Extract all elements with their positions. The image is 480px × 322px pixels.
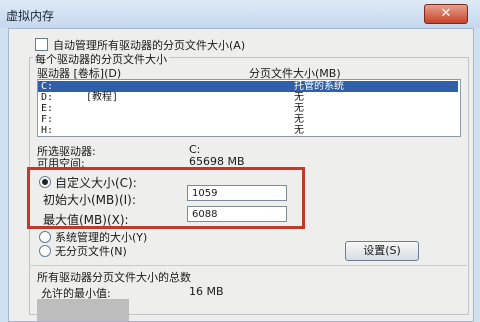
system-managed-radio[interactable] [39,231,51,243]
obscured-region [37,299,129,321]
drive-list[interactable]: C: 托管的系统 D: [教程] 无 E: 无 F: 无 H: 无 [37,79,461,137]
max-size-input[interactable]: 6088 [187,206,287,222]
list-item[interactable]: E: 无 [38,103,458,114]
window-title: 虚拟内存 [6,9,55,23]
custom-size-radio[interactable] [39,176,51,188]
custom-size-label[interactable]: 自定义大小(C): [55,174,137,191]
list-item[interactable]: H: 无 [38,125,458,136]
min-allowed-value: 16 MB [189,285,224,298]
max-size-label: 最大值(MB)(X): [43,213,129,227]
close-button[interactable]: ✕ [424,4,468,24]
list-item[interactable]: C: 托管的系统 [38,81,458,92]
close-icon: ✕ [440,6,452,21]
no-paging-radio[interactable] [39,245,51,257]
title-bar: 虚拟内存 ✕ [0,0,480,28]
divider [29,265,467,266]
auto-manage-checkbox[interactable] [35,38,48,51]
initial-size-label: 初始大小(MB)(I): [43,193,136,207]
list-item[interactable]: F: 无 [38,114,458,125]
no-paging-label[interactable]: 无分页文件(N) [55,243,127,259]
initial-size-input[interactable]: 1059 [187,185,287,201]
dialog-body: 自动管理所有驱动器的分页文件大小(A) 每个驱动器的分页文件大小 驱动器 [卷标… [8,28,474,322]
list-item[interactable]: D: [教程] 无 [38,92,458,103]
totals-heading: 所有驱动器分页文件大小的总数 [37,271,191,284]
set-button[interactable]: 设置(S) [345,241,419,261]
